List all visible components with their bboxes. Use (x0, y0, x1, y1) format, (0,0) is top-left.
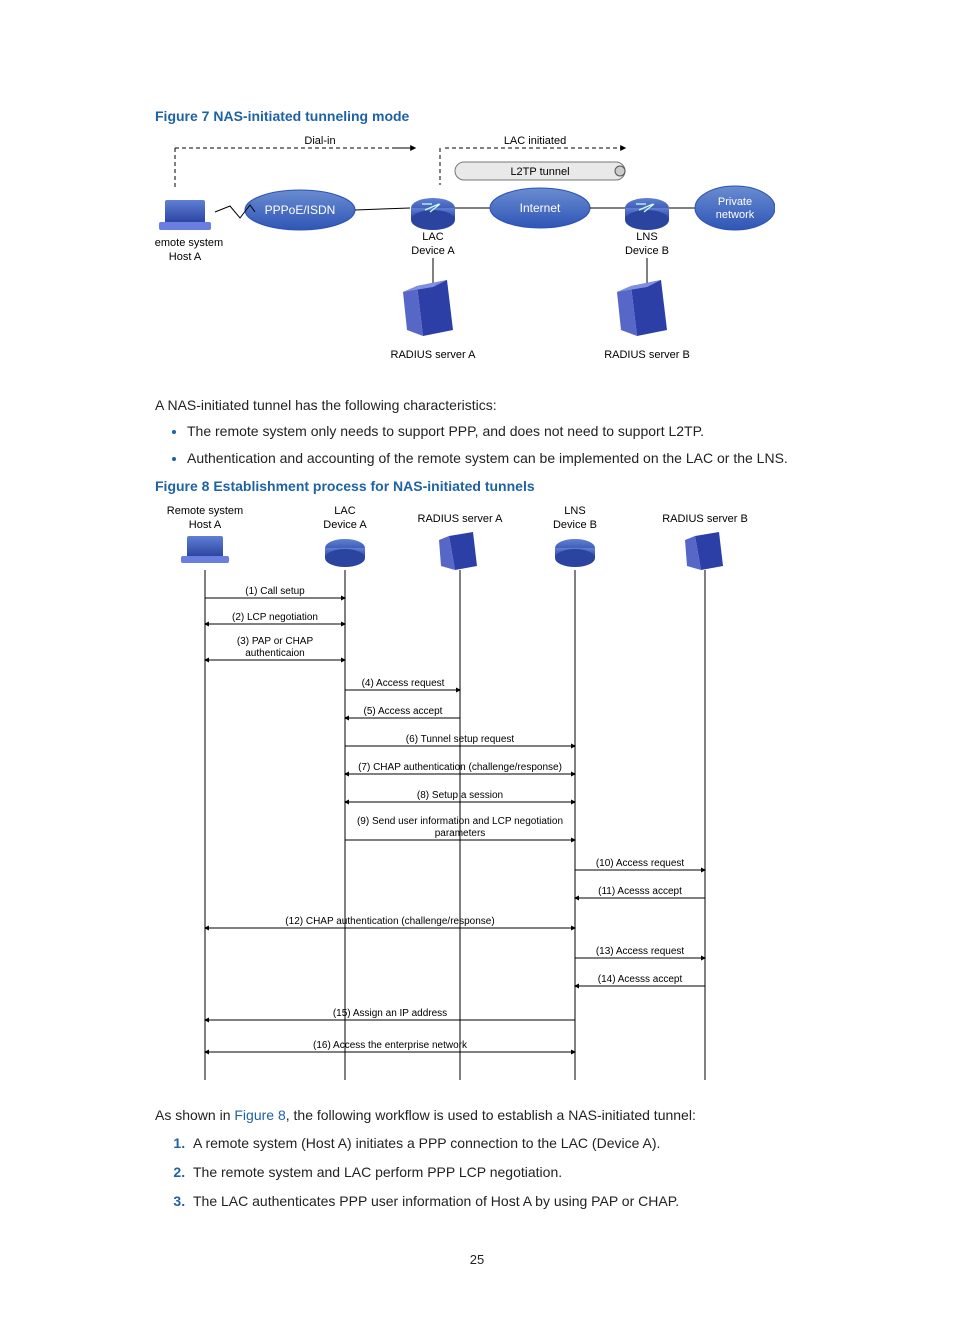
svg-text:LNS: LNS (564, 505, 585, 517)
svg-text:PPPoE/ISDN: PPPoE/ISDN (265, 203, 336, 217)
figure-7-diagram: Dial-in LAC initiated L2TP tunnel Remote… (155, 130, 799, 383)
characteristics-list: The remote system only needs to support … (155, 421, 799, 468)
radius-b-server-icon (617, 280, 667, 336)
document-page: Figure 7 NAS-initiated tunneling mode Di… (0, 0, 954, 1327)
svg-text:(15) Assign an IP address: (15) Assign an IP address (333, 1008, 447, 1019)
svg-text:Device B: Device B (553, 519, 597, 531)
svg-text:Device A: Device A (323, 519, 367, 531)
page-number: 25 (155, 1252, 799, 1267)
svg-text:LAC: LAC (334, 505, 355, 517)
svg-text:(5) Access accept: (5) Access accept (364, 706, 443, 717)
svg-text:Device A: Device A (411, 245, 455, 257)
svg-text:Internet: Internet (520, 201, 561, 215)
svg-text:(11) Acesss accept: (11) Acesss accept (598, 886, 682, 897)
figure-8-caption: Figure 8 Establishment process for NAS-i… (155, 478, 799, 494)
list-item: Authentication and accounting of the rem… (187, 448, 799, 468)
svg-text:L2TP tunnel: L2TP tunnel (510, 166, 569, 178)
svg-text:Host A: Host A (169, 251, 202, 263)
list-item: The remote system and LAC perform PPP LC… (189, 1162, 799, 1183)
svg-text:(10) Access request: (10) Access request (596, 858, 685, 869)
svg-text:(13) Access request: (13) Access request (596, 946, 685, 957)
figure-8-diagram: Remote system Host A LAC Device A RADIUS… (155, 500, 799, 1093)
svg-text:Private: Private (718, 196, 752, 208)
svg-text:LNS: LNS (636, 231, 657, 243)
svg-text:RADIUS server A: RADIUS server A (418, 513, 504, 525)
svg-text:Host A: Host A (189, 519, 222, 531)
pppoe-cloud-icon: PPPoE/ISDN (245, 190, 355, 230)
lac-router-icon (411, 198, 455, 230)
svg-text:RADIUS server B: RADIUS server B (662, 513, 748, 525)
svg-text:(6) Tunnel setup request: (6) Tunnel setup request (406, 734, 515, 745)
list-item: The remote system only needs to support … (187, 421, 799, 441)
svg-text:(2) LCP negotiation: (2) LCP negotiation (232, 612, 318, 623)
intro-2-text: As shown in Figure 8, the following work… (155, 1105, 799, 1125)
svg-text:LAC: LAC (422, 231, 443, 243)
svg-text:(7) CHAP authentication (chall: (7) CHAP authentication (challenge/respo… (358, 762, 562, 773)
internet-cloud-icon: Internet (490, 188, 590, 228)
svg-text:(1) Call setup: (1) Call setup (245, 586, 305, 597)
svg-text:authenticaion: authenticaion (245, 648, 305, 659)
svg-text:parameters: parameters (435, 828, 486, 839)
svg-text:RADIUS server A: RADIUS server A (391, 349, 477, 361)
svg-text:(9) Send user information and: (9) Send user information and LCP negoti… (357, 816, 563, 827)
svg-text:(12) CHAP authentication (chal: (12) CHAP authentication (challenge/resp… (285, 916, 494, 927)
workflow-list: A remote system (Host A) initiates a PPP… (155, 1133, 799, 1212)
svg-text:LAC initiated: LAC initiated (504, 135, 566, 147)
svg-text:Device B: Device B (625, 245, 669, 257)
svg-text:(16) Access the enterprise net: (16) Access the enterprise network (313, 1040, 468, 1051)
private-network-cloud-icon: Private network (695, 186, 775, 230)
svg-text:(3) PAP or CHAP: (3) PAP or CHAP (237, 636, 314, 647)
list-item: A remote system (Host A) initiates a PPP… (189, 1133, 799, 1154)
list-item: The LAC authenticates PPP user informati… (189, 1191, 799, 1212)
host-a-icon (159, 200, 211, 230)
radius-a-server-icon (403, 280, 453, 336)
svg-text:Remote system: Remote system (155, 237, 223, 249)
intro-2-pre: As shown in (155, 1107, 234, 1123)
svg-text:(14) Acesss accept: (14) Acesss accept (598, 974, 683, 985)
svg-text:(8) Setup a session: (8) Setup a session (417, 790, 503, 801)
intro-2-post: , the following workflow is used to esta… (286, 1107, 696, 1123)
svg-text:Remote system: Remote system (167, 505, 243, 517)
svg-text:network: network (716, 209, 755, 221)
intro-1-text: A NAS-initiated tunnel has the following… (155, 395, 799, 415)
svg-text:Dial-in: Dial-in (304, 135, 335, 147)
figure-7-caption: Figure 7 NAS-initiated tunneling mode (155, 108, 799, 124)
lns-router-icon (625, 198, 669, 230)
svg-text:RADIUS server B: RADIUS server B (604, 349, 690, 361)
figure-8-link[interactable]: Figure 8 (234, 1107, 285, 1123)
svg-text:(4) Access request: (4) Access request (362, 678, 445, 689)
